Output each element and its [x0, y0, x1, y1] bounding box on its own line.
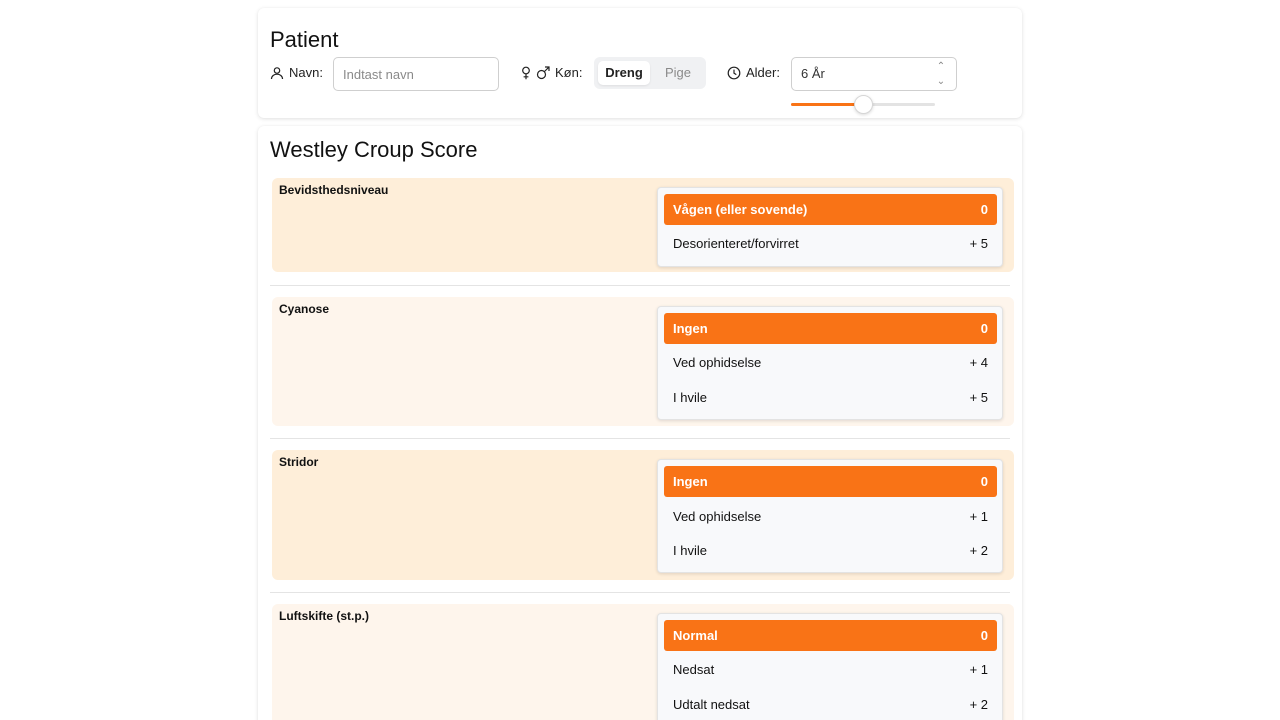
- age-slider-fill: [791, 103, 863, 106]
- section-stridor: Stridor Ingen 0 Ved ophidselse + 1 I hvi…: [272, 450, 1014, 580]
- option-label: Ved ophidselse: [673, 355, 762, 370]
- option-points: + 5: [969, 236, 988, 251]
- option-points: + 4: [969, 355, 988, 370]
- sex-option-pige[interactable]: Pige: [656, 61, 700, 85]
- section-label: Cyanose: [279, 302, 330, 316]
- chevron-down-icon[interactable]: ⌄: [934, 76, 948, 88]
- section-label: Bevidsthedsniveau: [279, 183, 389, 197]
- score-card: Westley Croup Score Bevidsthedsniveau Vå…: [258, 126, 1022, 720]
- section-label: Stridor: [279, 455, 319, 469]
- option-label: Normal: [673, 628, 718, 643]
- option-vaagen[interactable]: Vågen (eller sovende) 0: [664, 194, 997, 225]
- option-label: Ingen: [673, 321, 708, 336]
- section-cyanose: Cyanose Ingen 0 Ved ophidselse + 4 I hvi…: [272, 297, 1014, 426]
- option-points: + 1: [969, 662, 988, 677]
- name-field-label: Navn:: [270, 65, 323, 80]
- section-bevidsthedsniveau: Bevidsthedsniveau Vågen (eller sovende) …: [272, 178, 1014, 272]
- clock-icon: [727, 66, 741, 80]
- age-value: 6 År: [801, 66, 825, 81]
- option-points: + 2: [969, 697, 988, 712]
- option-label: Vågen (eller sovende): [673, 202, 808, 217]
- age-stepper[interactable]: ⌃ ⌄: [934, 60, 948, 88]
- option-ved-ophidselse[interactable]: Ved ophidselse + 4: [664, 347, 997, 378]
- chevron-up-icon[interactable]: ⌃: [934, 61, 948, 73]
- age-slider[interactable]: [791, 95, 935, 114]
- score-title: Westley Croup Score: [270, 137, 478, 162]
- option-points: 0: [980, 321, 988, 336]
- section-divider: [270, 592, 1010, 593]
- option-label: Desorienteret/forvirret: [673, 236, 799, 251]
- option-ingen[interactable]: Ingen 0: [664, 466, 997, 497]
- female-symbol-icon: [521, 66, 531, 80]
- option-udtalt-nedsat[interactable]: Udtalt nedsat + 2: [664, 689, 997, 720]
- option-points: 0: [980, 474, 988, 489]
- option-normal[interactable]: Normal 0: [664, 620, 997, 651]
- option-label: Ingen: [673, 474, 708, 489]
- age-input[interactable]: 6 År ⌃ ⌄: [791, 57, 957, 91]
- section-luftskifte: Luftskifte (st.p.) Normal 0 Nedsat + 1 U…: [272, 604, 1014, 720]
- option-desorienteret[interactable]: Desorienteret/forvirret + 5: [664, 228, 997, 259]
- option-ingen[interactable]: Ingen 0: [664, 313, 997, 344]
- option-label: Udtalt nedsat: [673, 697, 750, 712]
- sex-field-label: Køn:: [521, 65, 582, 80]
- patient-card: Patient Navn: Køn: Dreng Pige: [258, 8, 1022, 118]
- section-divider: [270, 285, 1010, 286]
- option-i-hvile[interactable]: I hvile + 2: [664, 535, 997, 566]
- option-points: + 2: [969, 543, 988, 558]
- option-ved-ophidselse[interactable]: Ved ophidselse + 1: [664, 501, 997, 532]
- sex-label: Køn:: [555, 65, 583, 80]
- option-list: Ingen 0 Ved ophidselse + 4 I hvile + 5: [657, 306, 1003, 420]
- option-label: Nedsat: [673, 662, 715, 677]
- user-icon: [270, 66, 284, 80]
- age-label: Alder:: [746, 65, 780, 80]
- option-list: Vågen (eller sovende) 0 Desorienteret/fo…: [657, 187, 1003, 267]
- section-label: Luftskifte (st.p.): [279, 609, 369, 623]
- option-points: 0: [980, 628, 988, 643]
- option-label: I hvile: [673, 543, 707, 558]
- option-i-hvile[interactable]: I hvile + 5: [664, 382, 997, 413]
- option-list: Normal 0 Nedsat + 1 Udtalt nedsat + 2: [657, 613, 1003, 720]
- age-slider-thumb[interactable]: [854, 95, 873, 114]
- sex-toggle: Dreng Pige: [594, 57, 706, 89]
- sex-option-dreng[interactable]: Dreng: [598, 61, 650, 85]
- option-nedsat[interactable]: Nedsat + 1: [664, 654, 997, 685]
- option-label: Ved ophidselse: [673, 509, 762, 524]
- option-points: + 1: [969, 509, 988, 524]
- name-label: Navn:: [289, 65, 323, 80]
- section-divider: [270, 438, 1010, 439]
- option-label: I hvile: [673, 390, 707, 405]
- option-points: 0: [980, 202, 988, 217]
- option-list: Ingen 0 Ved ophidselse + 1 I hvile + 2: [657, 459, 1003, 573]
- name-input[interactable]: [333, 57, 499, 91]
- option-points: + 5: [969, 390, 988, 405]
- male-symbol-icon: [536, 65, 550, 80]
- age-field-label: Alder:: [727, 65, 780, 80]
- patient-title: Patient: [270, 27, 339, 52]
